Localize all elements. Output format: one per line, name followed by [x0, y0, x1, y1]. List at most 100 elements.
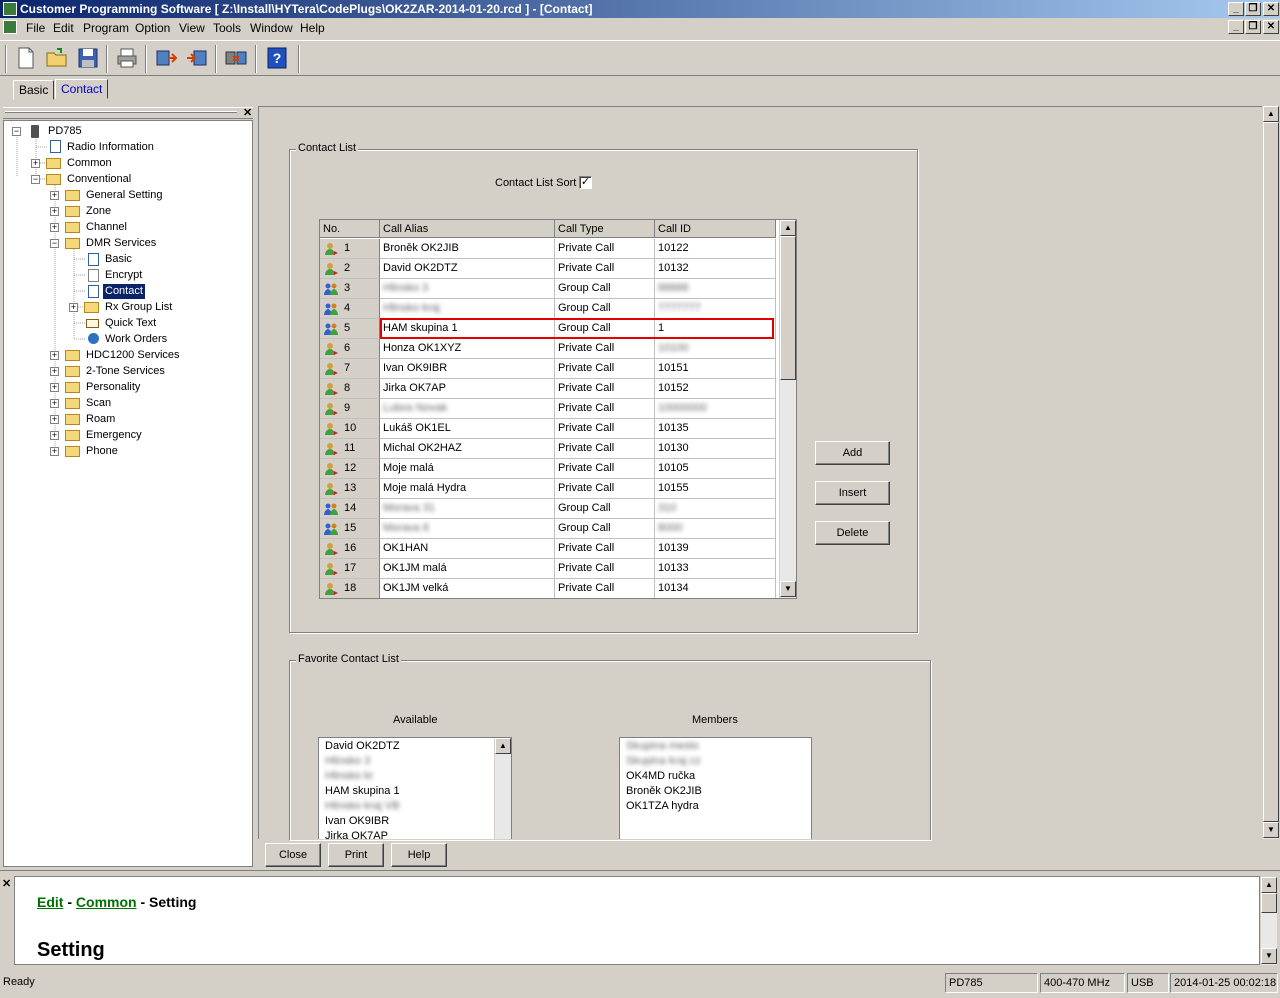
call-type-cell[interactable]: Private Call: [555, 439, 655, 459]
row-number-cell[interactable]: 3: [320, 279, 380, 299]
row-number-cell[interactable]: 16: [320, 539, 380, 559]
help-button[interactable]: Help: [391, 843, 447, 867]
call-type-cell[interactable]: Private Call: [555, 379, 655, 399]
help-icon[interactable]: ?: [265, 46, 289, 70]
call-alias-cell[interactable]: Morava 8: [380, 519, 555, 539]
row-number-cell[interactable]: 13: [320, 479, 380, 499]
call-type-cell[interactable]: Private Call: [555, 239, 655, 259]
call-alias-cell[interactable]: OK1JM velká: [380, 579, 555, 598]
call-type-cell[interactable]: Group Call: [555, 279, 655, 299]
call-type-cell[interactable]: Group Call: [555, 499, 655, 519]
doc-close-button[interactable]: ✕: [1263, 20, 1279, 34]
column-header-call-type[interactable]: Call Type: [555, 220, 655, 238]
call-alias-cell[interactable]: Lubos Novak: [380, 399, 555, 419]
table-row[interactable]: 1 Broněk OK2JIB Private Call 10122: [320, 239, 776, 259]
scroll-up-button[interactable]: ▲: [1263, 106, 1279, 122]
column-header-call-alias[interactable]: Call Alias: [380, 220, 555, 238]
table-row[interactable]: 12 Moje malá Private Call 10105: [320, 459, 776, 479]
row-number-cell[interactable]: 14: [320, 499, 380, 519]
call-id-cell[interactable]: 10105: [655, 459, 776, 479]
call-id-cell[interactable]: 10132: [655, 259, 776, 279]
member-list-item[interactable]: OK1TZA hydra: [626, 799, 699, 814]
scroll-thumb[interactable]: [1263, 122, 1279, 822]
call-id-cell[interactable]: 10134: [655, 579, 776, 598]
help-scrollbar[interactable]: ▲ ▼: [1260, 877, 1277, 965]
table-scroll-up-button[interactable]: ▲: [780, 220, 796, 236]
call-id-cell[interactable]: 10135: [655, 419, 776, 439]
collapse-toggle[interactable]: −: [50, 239, 59, 248]
member-list-item[interactable]: OK4MD ručka: [626, 769, 695, 784]
row-number-cell[interactable]: 8: [320, 379, 380, 399]
available-list-item[interactable]: HAM skupina 1: [325, 784, 400, 799]
call-alias-cell[interactable]: Michal OK2HAZ: [380, 439, 555, 459]
expand-toggle[interactable]: +: [50, 399, 59, 408]
call-type-cell[interactable]: Private Call: [555, 339, 655, 359]
table-row[interactable]: 3 Hlinsko 3 Group Call 88888: [320, 279, 776, 299]
close-window-button[interactable]: ✕: [1263, 2, 1279, 16]
row-number-cell[interactable]: 15: [320, 519, 380, 539]
table-scroll-thumb[interactable]: [780, 236, 796, 380]
expand-toggle[interactable]: +: [50, 431, 59, 440]
table-scroll-down-button[interactable]: ▼: [780, 581, 796, 597]
open-folder-icon[interactable]: [45, 46, 69, 70]
table-row[interactable]: 11 Michal OK2HAZ Private Call 10130: [320, 439, 776, 459]
menu-tools[interactable]: Tools: [213, 21, 241, 35]
call-type-cell[interactable]: Group Call: [555, 299, 655, 319]
add-button[interactable]: Add: [815, 441, 890, 465]
help-scroll-down-button[interactable]: ▼: [1261, 948, 1277, 964]
expand-toggle[interactable]: +: [50, 447, 59, 456]
available-list-item[interactable]: Hlinsko kraj VB: [325, 799, 400, 814]
column-header-call-id[interactable]: Call ID: [655, 220, 776, 238]
restore-button[interactable]: ❐: [1245, 2, 1261, 16]
call-id-cell[interactable]: 10122: [655, 239, 776, 259]
available-scroll-up-button[interactable]: ▲: [495, 738, 511, 754]
gripper[interactable]: [5, 111, 237, 113]
table-scrollbar[interactable]: ▲ ▼: [779, 220, 796, 598]
members-list[interactable]: Skupina mesto Skupina kraj cz OK4MD ručka B…: [619, 737, 812, 839]
row-number-cell[interactable]: 4: [320, 299, 380, 319]
menu-view[interactable]: View: [179, 21, 205, 35]
call-alias-cell[interactable]: Hlinsko kraj: [380, 299, 555, 319]
member-list-item[interactable]: Broněk OK2JIB: [626, 784, 702, 799]
call-type-cell[interactable]: Private Call: [555, 579, 655, 598]
table-row[interactable]: 15 Morava 8 Group Call 8000: [320, 519, 776, 539]
row-number-cell[interactable]: 11: [320, 439, 380, 459]
menu-edit[interactable]: Edit: [53, 21, 74, 35]
call-id-cell[interactable]: 10151: [655, 359, 776, 379]
help-link-edit[interactable]: Edit: [37, 894, 63, 910]
document-icon[interactable]: [3, 20, 17, 34]
table-row[interactable]: 8 Jirka OK7AP Private Call 10152: [320, 379, 776, 399]
table-row[interactable]: 13 Moje malá Hydra Private Call 10155: [320, 479, 776, 499]
row-number-cell[interactable]: 9: [320, 399, 380, 419]
expand-toggle[interactable]: +: [50, 415, 59, 424]
menu-program[interactable]: Program: [83, 21, 129, 35]
call-alias-cell[interactable]: OK1JM malá: [380, 559, 555, 579]
row-number-cell[interactable]: 18: [320, 579, 380, 598]
table-row[interactable]: 17 OK1JM malá Private Call 10133: [320, 559, 776, 579]
call-alias-cell[interactable]: OK1HAN: [380, 539, 555, 559]
call-alias-cell[interactable]: Broněk OK2JIB: [380, 239, 555, 259]
help-scroll-thumb[interactable]: [1261, 893, 1277, 913]
call-alias-cell[interactable]: Moje malá Hydra: [380, 479, 555, 499]
call-type-cell[interactable]: Private Call: [555, 559, 655, 579]
insert-button[interactable]: Insert: [815, 481, 890, 505]
table-row[interactable]: 4 Hlinsko kraj Group Call 7777777: [320, 299, 776, 319]
call-type-cell[interactable]: Private Call: [555, 459, 655, 479]
expand-toggle[interactable]: +: [50, 383, 59, 392]
write-radio-icon[interactable]: [185, 46, 209, 70]
table-row[interactable]: 16 OK1HAN Private Call 10139: [320, 539, 776, 559]
help-link-common[interactable]: Common: [76, 894, 137, 910]
available-list[interactable]: David OK2DTZ Hlinsko 3 Hlinsko kr HAM skupi…: [318, 737, 512, 839]
call-type-cell[interactable]: Private Call: [555, 399, 655, 419]
scroll-down-button[interactable]: ▼: [1263, 822, 1279, 838]
expand-toggle[interactable]: +: [31, 159, 40, 168]
row-number-cell[interactable]: 2: [320, 259, 380, 279]
menu-help[interactable]: Help: [300, 21, 325, 35]
minimize-button[interactable]: _: [1228, 2, 1244, 16]
available-list-item[interactable]: Hlinsko kr: [325, 769, 373, 784]
call-id-cell[interactable]: 7777777: [655, 299, 776, 319]
save-icon[interactable]: [76, 46, 100, 70]
call-id-cell[interactable]: 10133: [655, 559, 776, 579]
call-alias-cell[interactable]: Jirka OK7AP: [380, 379, 555, 399]
menu-file[interactable]: File: [26, 21, 45, 35]
